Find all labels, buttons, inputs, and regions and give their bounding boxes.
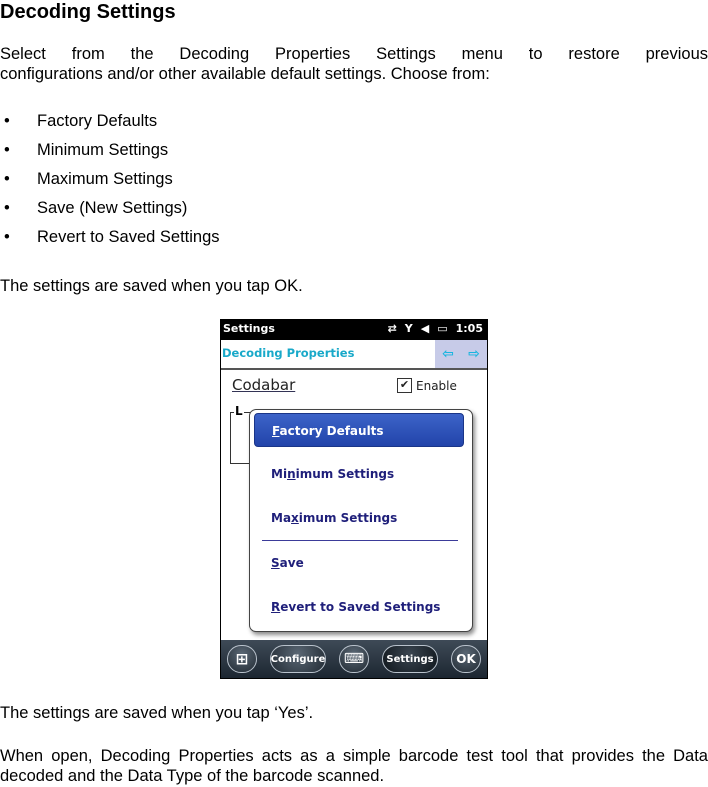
list-item: • Factory Defaults: [0, 110, 220, 139]
menu-item-label: ave: [279, 556, 304, 570]
accel-key: x: [291, 511, 299, 525]
menu-item-label: evert to Saved Settings: [280, 600, 441, 614]
start-button[interactable]: ⊞: [227, 645, 257, 673]
list-item-text: Save (New Settings): [37, 199, 188, 217]
forward-arrow-icon[interactable]: ⇨: [468, 346, 480, 362]
menu-item-minimum-settings[interactable]: Minimum Settings: [250, 457, 472, 491]
screen-title: Decoding Properties: [222, 346, 355, 360]
intro-paragraph: Select from the Decoding Properties Sett…: [0, 44, 708, 84]
battery-icon[interactable]: ▭: [437, 322, 447, 335]
bullet-icon: •: [4, 112, 10, 130]
list-item-text: Minimum Settings: [37, 141, 169, 159]
options-list: • Factory Defaults • Minimum Settings • Max…: [0, 110, 220, 255]
group-label: L: [234, 404, 244, 418]
list-item: • Minimum Settings: [0, 139, 220, 168]
device-screenshot: Settings ⇄ Y ◀ ▭ 1:05 Decoding Propertie…: [220, 319, 488, 679]
page-heading: Decoding Settings: [0, 1, 176, 23]
status-title: Settings: [223, 322, 275, 335]
menu-item-factory-defaults[interactable]: Factory Defaults: [254, 413, 464, 447]
checkbox-check-icon[interactable]: ✔: [397, 378, 412, 393]
list-item: • Maximum Settings: [0, 168, 220, 197]
enable-label: Enable: [416, 378, 457, 393]
list-item-text: Maximum Settings: [37, 170, 173, 188]
enable-checkbox[interactable]: ✔ Enable: [397, 378, 457, 393]
menu-item-save[interactable]: Save: [250, 546, 472, 580]
title-bar: Decoding Properties ⇦ ⇨: [221, 340, 487, 370]
saved-ok-text: The settings are saved when you tap OK.: [0, 277, 303, 295]
menu-separator: [262, 540, 458, 541]
nav-arrows: ⇦ ⇨: [435, 340, 487, 368]
bullet-icon: •: [4, 170, 10, 188]
intro-line-1: Select from the Decoding Properties Sett…: [0, 45, 708, 63]
settings-popup-menu: Factory Defaults Minimum Settings Maximu…: [249, 409, 473, 632]
bullet-icon: •: [4, 141, 10, 159]
windows-logo-icon: ⊞: [235, 650, 249, 668]
signal-icon[interactable]: Y: [405, 322, 413, 335]
menu-item-maximum-settings[interactable]: Maximum Settings: [250, 501, 472, 535]
menu-item-label: imum Settings: [295, 467, 395, 481]
list-item: • Revert to Saved Settings: [0, 226, 220, 255]
ok-button[interactable]: OK: [451, 645, 481, 673]
menu-item-label: imum Settings: [298, 511, 398, 525]
keyboard-icon: ⌨: [343, 651, 365, 667]
list-item-text: Revert to Saved Settings: [37, 228, 220, 246]
menu-item-label: Mi: [271, 467, 288, 481]
sync-icon[interactable]: ⇄: [388, 322, 397, 335]
bullet-icon: •: [4, 199, 10, 217]
keyboard-button[interactable]: ⌨: [339, 645, 369, 673]
symbology-link[interactable]: Codabar: [232, 376, 295, 394]
final-paragraph: When open, Decoding Properties acts as a…: [0, 747, 708, 785]
taskbar: ⊞ Configure ⌨ Settings OK: [221, 640, 487, 678]
list-item-text: Factory Defaults: [37, 112, 158, 130]
menu-item-label: actory Defaults: [279, 424, 384, 438]
clock[interactable]: 1:05: [456, 322, 483, 335]
configure-button[interactable]: Configure: [270, 645, 326, 673]
list-item: • Save (New Settings): [0, 197, 220, 226]
menu-item-revert-saved[interactable]: Revert to Saved Settings: [250, 590, 472, 624]
saved-yes-text: The settings are saved when you tap ‘Yes…: [0, 704, 314, 722]
volume-icon[interactable]: ◀: [421, 322, 429, 335]
menu-item-label: Ma: [271, 511, 292, 525]
status-bar: Settings ⇄ Y ◀ ▭ 1:05: [221, 320, 487, 340]
bullet-icon: •: [4, 228, 10, 246]
accel-key: n: [287, 467, 296, 481]
settings-button[interactable]: Settings: [382, 645, 438, 673]
back-arrow-icon[interactable]: ⇦: [442, 346, 454, 362]
intro-line-2: configurations and/or other available de…: [0, 65, 490, 83]
accel-key: R: [271, 600, 281, 614]
accel-key: S: [271, 556, 280, 570]
accel-key: F: [272, 424, 280, 438]
